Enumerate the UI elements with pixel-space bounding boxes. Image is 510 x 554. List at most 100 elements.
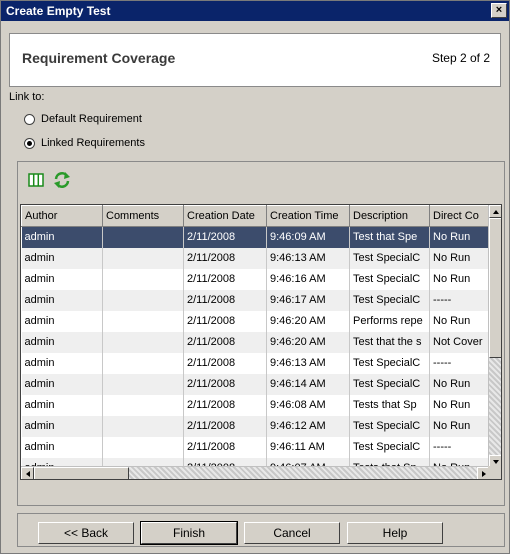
creation-date-cell: 2/11/2008 [183, 436, 267, 458]
description-cell: Test SpecialC [349, 352, 430, 374]
direct-cover-cell: No Run [429, 247, 491, 269]
creation-time-cell: 9:46:13 AM [266, 247, 350, 269]
create-empty-test-dialog: Create Empty Test × Requirement Coverage… [0, 0, 510, 554]
column-header-description[interactable]: Description [349, 205, 430, 227]
comments-cell [102, 226, 184, 248]
comments-cell [102, 331, 184, 353]
table-row[interactable]: admin 2/11/2008 9:46:09 AM Test that Spe No … [21, 226, 491, 248]
description-cell: Test SpecialC [349, 373, 430, 395]
author-cell: admin [21, 436, 103, 458]
column-header-creation-date[interactable]: Creation Date [183, 205, 267, 227]
creation-date-cell: 2/11/2008 [183, 310, 267, 332]
scroll-up-button[interactable] [489, 205, 501, 218]
direct-cover-cell: No Run [429, 310, 491, 332]
vertical-scrollbar[interactable] [488, 205, 501, 468]
creation-time-cell: 9:46:13 AM [266, 352, 350, 374]
creation-date-cell: 2/11/2008 [183, 226, 267, 248]
description-cell: Test SpecialC [349, 247, 430, 269]
table-row[interactable]: admin 2/11/2008 9:46:08 AM Tests that Sp No … [21, 394, 491, 416]
table-row[interactable]: admin 2/11/2008 9:46:17 AM Test SpecialC ---… [21, 289, 491, 311]
description-cell: Performs repe [349, 310, 430, 332]
creation-time-cell: 9:46:11 AM [266, 436, 350, 458]
requirements-grid-panel: Author Comments Creation Date Creation T… [17, 161, 505, 506]
refresh-icon[interactable] [52, 170, 72, 190]
linked-requirements-radio[interactable]: Linked Requirements [24, 135, 145, 151]
author-cell: admin [21, 268, 103, 290]
table-row[interactable]: admin 2/11/2008 9:46:20 AM Performs repe No … [21, 310, 491, 332]
author-cell: admin [21, 289, 103, 311]
up-arrow-icon [492, 209, 499, 214]
creation-date-cell: 2/11/2008 [183, 247, 267, 269]
help-button[interactable]: Help [347, 522, 443, 544]
table-row[interactable]: admin 2/11/2008 9:46:16 AM Test SpecialC No … [21, 268, 491, 290]
direct-cover-cell: ----- [429, 436, 491, 458]
default-requirement-radio[interactable]: Default Requirement [24, 111, 142, 127]
close-button[interactable]: × [491, 3, 507, 18]
column-header-direct-cover[interactable]: Direct Co [429, 205, 491, 227]
author-cell: admin [21, 331, 103, 353]
comments-cell [102, 352, 184, 374]
vertical-scroll-thumb[interactable] [489, 218, 501, 358]
direct-cover-cell: Not Cover [429, 331, 491, 353]
comments-cell [102, 247, 184, 269]
creation-date-cell: 2/11/2008 [183, 268, 267, 290]
author-cell: admin [21, 352, 103, 374]
creation-time-cell: 9:46:17 AM [266, 289, 350, 311]
table-row[interactable]: admin 2/11/2008 9:46:14 AM Test SpecialC No … [21, 373, 491, 395]
left-arrow-icon [25, 470, 30, 477]
step-indicator: Step 2 of 2 [431, 51, 490, 65]
creation-date-cell: 2/11/2008 [183, 289, 267, 311]
scrollbar-corner [488, 466, 501, 479]
description-cell: Tests that Sp [349, 394, 430, 416]
creation-date-cell: 2/11/2008 [183, 352, 267, 374]
title-bar[interactable]: Create Empty Test × [1, 1, 509, 21]
creation-time-cell: 9:46:20 AM [266, 331, 350, 353]
creation-date-cell: 2/11/2008 [183, 373, 267, 395]
horizontal-scroll-thumb[interactable] [34, 467, 129, 479]
creation-time-cell: 9:46:12 AM [266, 415, 350, 437]
table-row[interactable]: admin 2/11/2008 9:46:12 AM Test SpecialC No … [21, 415, 491, 437]
page-title: Requirement Coverage [22, 50, 176, 66]
radio-label: Default Requirement [41, 113, 142, 125]
creation-date-cell: 2/11/2008 [183, 415, 267, 437]
direct-cover-cell: No Run [429, 268, 491, 290]
description-cell: Test SpecialC [349, 415, 430, 437]
table-row[interactable]: admin 2/11/2008 9:46:11 AM Test SpecialC ---… [21, 436, 491, 458]
column-header-creation-time[interactable]: Creation Time [266, 205, 350, 227]
author-cell: admin [21, 415, 103, 437]
back-button[interactable]: << Back [38, 522, 134, 544]
direct-cover-cell: No Run [429, 394, 491, 416]
creation-date-cell: 2/11/2008 [183, 394, 267, 416]
description-cell: Test that Spe [349, 226, 430, 248]
table-row[interactable]: admin 2/11/2008 9:46:13 AM Test SpecialC ---… [21, 352, 491, 374]
columns-icon[interactable] [26, 170, 46, 190]
comments-cell [102, 436, 184, 458]
comments-cell [102, 268, 184, 290]
radio-indicator [24, 137, 35, 149]
direct-cover-cell: No Run [429, 226, 491, 248]
horizontal-scrollbar[interactable] [21, 466, 490, 479]
cancel-button[interactable]: Cancel [244, 522, 340, 544]
description-cell: Test SpecialC [349, 436, 430, 458]
requirements-table: Author Comments Creation Date Creation T… [20, 204, 502, 480]
scroll-left-button[interactable] [21, 467, 34, 479]
direct-cover-cell: ----- [429, 352, 491, 374]
direct-cover-cell: No Run [429, 373, 491, 395]
description-cell: Test SpecialC [349, 289, 430, 311]
table-row[interactable]: admin 2/11/2008 9:46:20 AM Test that the sN… [21, 331, 491, 353]
wizard-header: Requirement Coverage Step 2 of 2 [9, 33, 501, 87]
down-arrow-icon [492, 459, 499, 464]
column-header-author[interactable]: Author [21, 205, 103, 227]
creation-date-cell: 2/11/2008 [183, 331, 267, 353]
column-header-comments[interactable]: Comments [102, 205, 184, 227]
creation-time-cell: 9:46:09 AM [266, 226, 350, 248]
creation-time-cell: 9:46:16 AM [266, 268, 350, 290]
right-arrow-icon [481, 470, 486, 477]
creation-time-cell: 9:46:08 AM [266, 394, 350, 416]
finish-button[interactable]: Finish [140, 521, 238, 545]
creation-time-cell: 9:46:14 AM [266, 373, 350, 395]
table-row[interactable]: admin 2/11/2008 9:46:13 AM Test SpecialC No … [21, 247, 491, 269]
link-to-label: Link to: [9, 91, 45, 103]
grid-toolbar [18, 162, 504, 200]
creation-time-cell: 9:46:20 AM [266, 310, 350, 332]
